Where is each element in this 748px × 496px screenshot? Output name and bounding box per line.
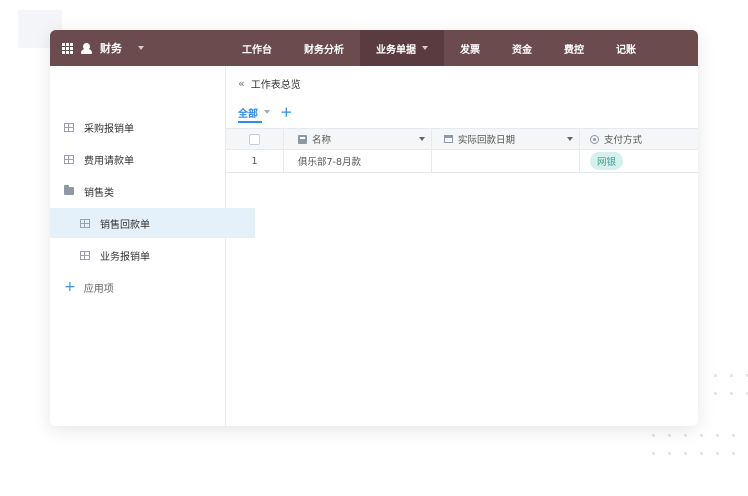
sidebar: 采购报销单 费用请款单 销售类 销售回款单 业务报销单 + 应用项 [50, 66, 255, 426]
nav-item-financial-analysis[interactable]: 财务分析 [288, 30, 360, 66]
collapse-sidebar-icon[interactable]: « [238, 77, 245, 90]
tab-label: 全部 [238, 108, 258, 120]
nav-label: 费控 [564, 44, 584, 56]
view-tabs: 全部 + [238, 100, 293, 124]
column-header-name[interactable]: 名称 [284, 129, 432, 149]
page-title: 工作表总览 [250, 80, 301, 91]
payment-tag: 网银 [590, 152, 624, 170]
add-app-item-button[interactable]: + 应用项 [50, 272, 239, 302]
main-content: « 工作表总览 全部 + 名称 实际回款日期 支付方式 1 俱乐部7-8月款 网… [226, 66, 698, 426]
table-icon [64, 154, 74, 164]
chevron-down-icon[interactable] [264, 110, 270, 114]
tab-all[interactable]: 全部 [238, 101, 270, 123]
nav-label: 发票 [460, 44, 480, 56]
cell-date[interactable] [432, 150, 580, 172]
chevron-down-icon[interactable] [567, 137, 573, 141]
nav-label: 财务分析 [304, 44, 344, 56]
chevron-down-icon[interactable] [419, 137, 425, 141]
sidebar-item-purchase-reimbursement[interactable]: 采购报销单 [50, 112, 239, 142]
table-icon [80, 250, 90, 260]
nav-item-bookkeeping[interactable]: 记账 [600, 30, 652, 66]
text-field-icon [298, 134, 307, 144]
chevron-down-icon[interactable] [138, 46, 144, 50]
cell-name[interactable]: 俱乐部7-8月款 [284, 150, 432, 172]
nav-item-funds[interactable]: 资金 [496, 30, 548, 66]
option-field-icon [590, 134, 599, 144]
nav-label: 业务单据 [376, 44, 416, 56]
breadcrumb: « 工作表总览 [238, 76, 301, 91]
nav-item-expense-control[interactable]: 费控 [548, 30, 600, 66]
sidebar-item-sales-collection[interactable]: 销售回款单 [50, 208, 255, 238]
data-table: 名称 实际回款日期 支付方式 1 俱乐部7-8月款 网银 [226, 128, 698, 173]
decorative-dots [714, 374, 748, 410]
sidebar-item-expense-request[interactable]: 费用请款单 [50, 144, 239, 174]
date-field-icon [444, 135, 453, 143]
sidebar-item-label: 销售回款单 [100, 219, 150, 231]
add-app-item-label: 应用项 [83, 283, 114, 295]
grid-menu-icon[interactable] [62, 42, 73, 54]
sidebar-item-sales-folder[interactable]: 销售类 [50, 176, 239, 206]
select-all-checkbox[interactable] [249, 133, 260, 145]
app-user-icon [81, 42, 92, 54]
folder-icon [64, 185, 74, 195]
nav-item-invoice[interactable]: 发票 [444, 30, 496, 66]
table-icon [64, 122, 74, 132]
row-index: 1 [226, 150, 284, 172]
cell-payment[interactable]: 网银 [580, 150, 698, 172]
app-window: 财务 工作台 财务分析 业务单据 发票 资金 费控 记账 采购报销单 费用请款单… [50, 30, 698, 426]
column-label: 支付方式 [604, 135, 643, 146]
column-label: 实际回款日期 [458, 135, 516, 146]
top-nav: 工作台 财务分析 业务单据 发票 资金 费控 记账 [226, 30, 652, 66]
nav-label: 资金 [512, 44, 532, 56]
table-row[interactable]: 1 俱乐部7-8月款 网银 [226, 150, 698, 173]
chevron-down-icon [422, 46, 428, 50]
sidebar-item-business-reimbursement[interactable]: 业务报销单 [50, 240, 255, 270]
decorative-dots-lower [652, 434, 748, 470]
column-label: 名称 [312, 135, 332, 146]
sidebar-item-label: 销售类 [84, 187, 114, 199]
select-all-cell [226, 129, 284, 149]
plus-icon: + [64, 279, 76, 295]
add-view-button[interactable]: + [280, 104, 293, 120]
nav-item-workbench[interactable]: 工作台 [226, 30, 288, 66]
table-header: 名称 实际回款日期 支付方式 [226, 128, 698, 150]
nav-item-business-documents[interactable]: 业务单据 [360, 30, 444, 66]
nav-label: 记账 [616, 44, 636, 56]
nav-label: 工作台 [242, 44, 272, 56]
column-header-date[interactable]: 实际回款日期 [432, 129, 580, 149]
sidebar-item-label: 费用请款单 [84, 155, 134, 167]
top-bar: 财务 工作台 财务分析 业务单据 发票 资金 费控 记账 [50, 30, 698, 66]
sidebar-item-label: 采购报销单 [84, 123, 134, 135]
table-icon [80, 218, 90, 228]
column-header-payment[interactable]: 支付方式 [580, 129, 698, 149]
app-name: 财务 [100, 42, 122, 55]
app-switcher[interactable]: 财务 [62, 30, 144, 66]
sidebar-item-label: 业务报销单 [100, 251, 150, 263]
